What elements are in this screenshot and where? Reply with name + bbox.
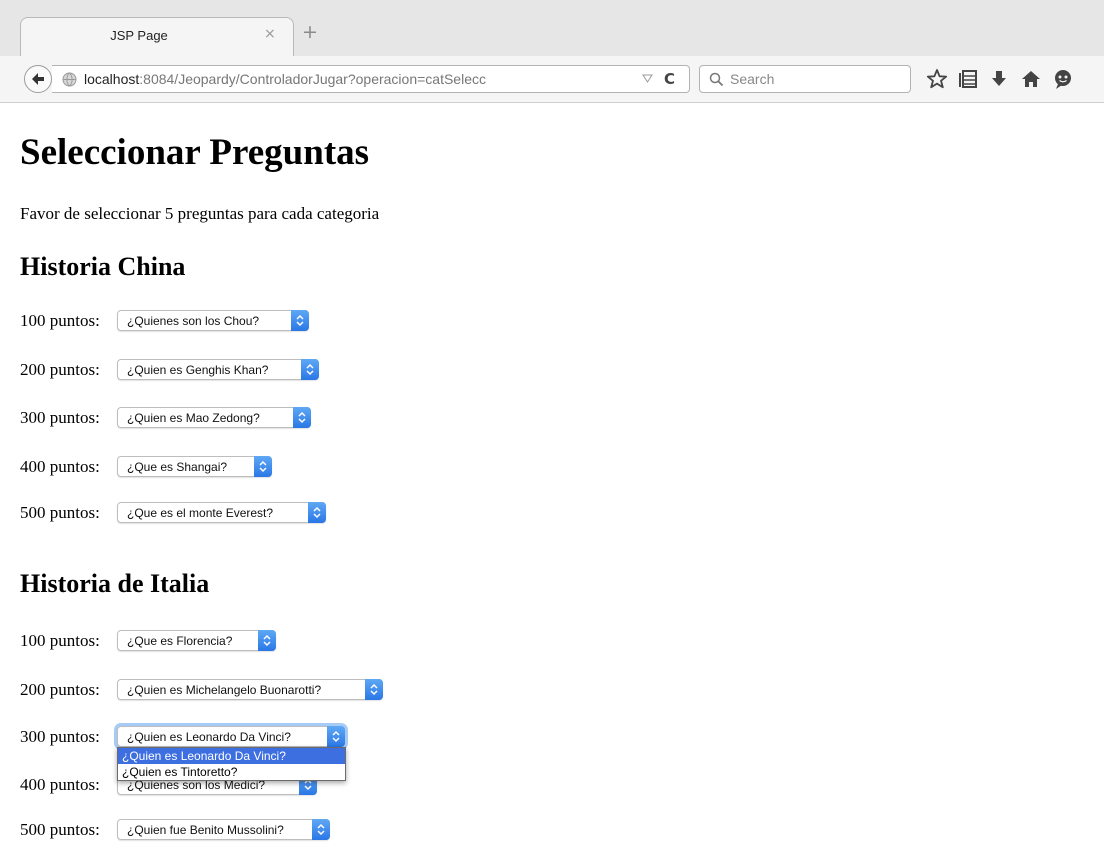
question-select[interactable]: ¿Quien es Leonardo Da Vinci? [117, 726, 345, 747]
select-value: ¿Quienes son los Chou? [127, 314, 260, 328]
select-value: ¿Que es Shangai? [127, 460, 228, 474]
select-value: ¿Que es Florencia? [127, 634, 233, 648]
select-value: ¿Quien es Genghis Khan? [127, 363, 269, 377]
tab-jsp-page[interactable]: JSP Page × [20, 17, 294, 57]
search-bar[interactable]: Search [699, 65, 911, 93]
select-value: ¿Quien fue Benito Mussolini? [127, 823, 284, 837]
reading-list-icon[interactable] [958, 68, 980, 90]
points-label: 300 puntos: [20, 408, 100, 427]
search-icon [709, 72, 724, 87]
points-label: 200 puntos: [20, 360, 100, 379]
address-bar[interactable]: localhost:8084/Jeopardy/ControladorJugar… [52, 65, 690, 93]
question-select[interactable]: ¿Quien fue Benito Mussolini? [117, 819, 330, 840]
select-arrow-icon [258, 630, 276, 651]
select-arrow-icon [301, 359, 319, 380]
points-label: 500 puntos: [20, 820, 100, 839]
select-arrow-icon [293, 407, 311, 428]
points-label: 100 puntos: [20, 631, 100, 650]
chat-icon[interactable] [1052, 68, 1074, 90]
question-select[interactable]: ¿Que es el monte Everest? [117, 502, 326, 523]
question-select[interactable]: ¿Quien es Mao Zedong? [117, 407, 311, 428]
points-label: 200 puntos: [20, 680, 100, 699]
home-icon[interactable] [1020, 68, 1042, 90]
reload-icon[interactable]: C [664, 70, 675, 88]
points-label: 100 puntos: [20, 311, 100, 330]
question-select[interactable]: ¿Quienes son los Chou? [117, 310, 309, 331]
url-text[interactable]: localhost:8084/Jeopardy/ControladorJugar… [84, 71, 486, 87]
select-value: ¿Quien es Leonardo Da Vinci? [127, 730, 291, 744]
dropdown-option[interactable]: ¿Quien es Leonardo Da Vinci? [118, 748, 345, 764]
intro-text: Favor de seleccionar 5 preguntas para ca… [20, 204, 380, 223]
history-dropdown-icon[interactable] [642, 74, 653, 83]
new-tab-icon[interactable]: + [302, 21, 318, 43]
select-value: ¿Quien es Mao Zedong? [127, 411, 260, 425]
select-arrow-icon [327, 726, 345, 747]
points-label: 500 puntos: [20, 503, 100, 522]
url-path: :8084/Jeopardy/ControladorJugar?operacio… [139, 71, 486, 87]
select-arrow-icon [312, 819, 330, 840]
points-label: 300 puntos: [20, 727, 100, 746]
select-value: ¿Quien es Michelangelo Buonarotti? [127, 683, 322, 697]
back-button[interactable] [24, 65, 52, 93]
select-value: ¿Que es el monte Everest? [127, 506, 274, 520]
question-select[interactable]: ¿Que es Florencia? [117, 630, 276, 651]
question-select[interactable]: ¿Quien es Michelangelo Buonarotti? [117, 679, 383, 700]
select-arrow-icon [254, 456, 272, 477]
category-heading: Historia China [20, 252, 186, 281]
search-placeholder: Search [730, 71, 775, 87]
bookmark-star-icon[interactable] [926, 68, 948, 90]
page-title: Seleccionar Preguntas [20, 132, 370, 173]
url-host: localhost [84, 71, 140, 87]
download-icon[interactable] [988, 68, 1010, 90]
tab-title: JSP Page [110, 28, 168, 43]
dropdown-option[interactable]: ¿Quien es Tintoretto? [118, 764, 345, 780]
select-arrow-icon [308, 502, 326, 523]
navigation-toolbar: localhost:8084/Jeopardy/ControladorJugar… [0, 56, 1104, 103]
points-label: 400 puntos: [20, 457, 100, 476]
select-arrow-icon [365, 679, 383, 700]
select-dropdown-list: ¿Quien es Leonardo Da Vinci? ¿Quien es T… [117, 747, 346, 781]
category-heading: Historia de Italia [20, 569, 210, 598]
question-select[interactable]: ¿Que es Shangai? [117, 456, 272, 477]
back-arrow-icon [32, 73, 44, 85]
tab-strip: JSP Page × + [0, 0, 1104, 57]
points-label: 400 puntos: [20, 775, 100, 794]
globe-icon [62, 72, 77, 87]
select-arrow-icon [291, 310, 309, 331]
question-select[interactable]: ¿Quien es Genghis Khan? [117, 359, 319, 380]
close-icon[interactable]: × [264, 26, 276, 42]
